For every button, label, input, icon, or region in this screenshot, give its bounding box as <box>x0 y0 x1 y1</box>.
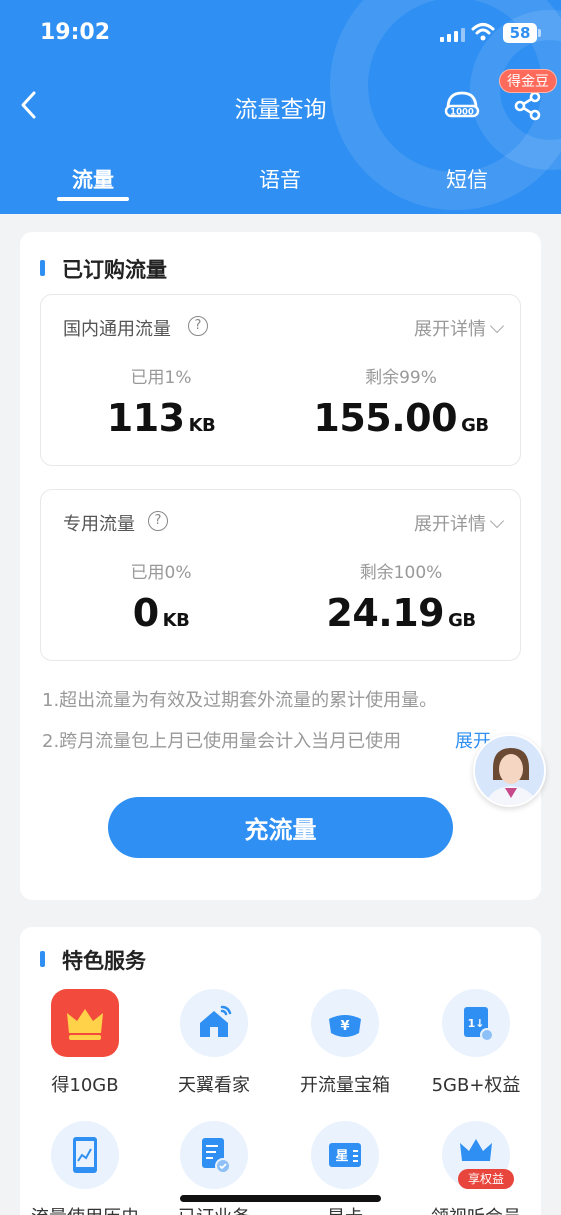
service-usage-history[interactable]: 流量使用历史 <box>21 1121 149 1215</box>
service-label: 流量使用历史 <box>21 1203 149 1215</box>
service-get-10gb[interactable]: 得10GB <box>21 989 149 1097</box>
remaining-stat: 剩余100% 24.19 GB <box>281 558 521 635</box>
home-wifi-icon <box>180 989 248 1057</box>
used-stat: 已用0% 0 KB <box>41 558 281 635</box>
remaining-label: 剩余99% <box>365 368 437 388</box>
remaining-value-row: 24.19 GB <box>281 591 521 635</box>
battery-indicator: 58 <box>503 23 541 43</box>
section-marker <box>40 951 45 967</box>
remaining-value: 155.00 <box>313 396 458 440</box>
section-marker <box>40 260 45 276</box>
expand-details-link[interactable]: 展开详情 <box>414 510 505 536</box>
customer-service-icon[interactable]: 1000 <box>443 88 481 122</box>
chevron-down-icon <box>489 318 505 334</box>
used-value: 0 <box>132 591 159 635</box>
note-carryover-text: 2.跨月流量包上月已使用量会计入当月已使用 <box>42 731 402 752</box>
used-label: 已用1% <box>130 368 192 388</box>
used-label: 已用0% <box>130 563 192 583</box>
remaining-unit: GB <box>461 415 489 436</box>
service-treasure-box[interactable]: ¥ 开流量宝箱 <box>281 989 409 1097</box>
dedicated-data-title: 专用流量 <box>63 514 135 535</box>
status-bar: 19:02 58 <box>0 0 561 70</box>
note-overage: 1.超出流量为有效及过期套外流量的累计使用量。 <box>42 690 438 711</box>
share-icon[interactable] <box>512 90 544 122</box>
remaining-unit: GB <box>448 610 476 631</box>
remaining-stat: 剩余99% 155.00 GB <box>281 363 521 440</box>
used-value: 113 <box>106 396 185 440</box>
svg-text:¥: ¥ <box>340 1019 349 1034</box>
dedicated-data-card: 专用流量 ? 展开详情 已用0% 0 KB 剩余100% 24.19 GB <box>40 489 521 661</box>
service-av-membership[interactable]: 享权益 领视听会员 <box>412 1121 540 1215</box>
expand-label: 展开详情 <box>414 319 486 340</box>
wifi-icon <box>471 23 495 41</box>
crown-icon <box>51 989 119 1057</box>
used-stat: 已用1% 113 KB <box>41 363 281 440</box>
treasure-box-icon: ¥ <box>311 989 379 1057</box>
sim-card-icon: 1↓ <box>442 989 510 1057</box>
benefit-badge: 享权益 <box>458 1169 514 1189</box>
tab-data[interactable]: 流量 <box>33 164 153 194</box>
chevron-down-icon <box>489 513 505 529</box>
usage-chart-icon <box>51 1121 119 1189</box>
remaining-value-row: 155.00 GB <box>281 396 521 440</box>
service-label: 已订业务 <box>150 1203 278 1215</box>
header: 19:02 58 流量查询 1000 得金豆 流量 语音 短信 <box>0 0 561 214</box>
remaining-label: 剩余100% <box>359 563 443 583</box>
section-title-subscribed: 已订购流量 <box>62 258 167 282</box>
vip-crown-icon: 享权益 <box>442 1121 514 1189</box>
section-title-services: 特色服务 <box>62 949 146 973</box>
signal-icon <box>440 26 465 42</box>
home-indicator <box>180 1195 381 1202</box>
tab-active-indicator <box>57 197 129 201</box>
used-value-row: 0 KB <box>41 591 281 635</box>
expand-label: 展开详情 <box>414 514 486 535</box>
service-label: 5GB+权益 <box>431 1075 521 1096</box>
service-label: 开流量宝箱 <box>300 1075 390 1096</box>
remaining-value: 24.19 <box>326 591 445 635</box>
svg-text:星: 星 <box>335 1149 348 1164</box>
svg-text:1000: 1000 <box>450 108 474 118</box>
used-value-row: 113 KB <box>41 396 281 440</box>
assistant-avatar[interactable] <box>473 734 546 807</box>
order-doc-icon <box>180 1121 248 1189</box>
used-unit: KB <box>162 610 190 631</box>
help-icon[interactable]: ? <box>188 316 208 336</box>
gold-bean-badge[interactable]: 得金豆 <box>499 69 557 93</box>
svg-text:1↓: 1↓ <box>468 1017 485 1030</box>
recharge-data-button[interactable]: 充流量 <box>108 797 453 858</box>
service-label: 得10GB <box>51 1075 119 1096</box>
service-label: 领视听会员 <box>412 1203 540 1215</box>
service-label: 星卡 <box>281 1203 409 1215</box>
domestic-data-title: 国内通用流量 <box>63 319 171 340</box>
service-5gb-benefits[interactable]: 1↓ 5GB+权益 <box>412 989 540 1097</box>
tab-voice[interactable]: 语音 <box>220 164 340 194</box>
service-home-watch[interactable]: 天翼看家 <box>150 989 278 1097</box>
note-carryover: 2.跨月流量包上月已使用量会计入当月已使用 <box>42 727 401 753</box>
service-label: 天翼看家 <box>178 1075 250 1096</box>
help-icon[interactable]: ? <box>148 511 168 531</box>
status-time: 19:02 <box>40 20 111 45</box>
expand-details-link[interactable]: 展开详情 <box>414 315 505 341</box>
star-card-icon: 星 <box>311 1121 379 1189</box>
used-unit: KB <box>188 415 216 436</box>
domestic-data-card: 国内通用流量 ? 展开详情 已用1% 113 KB 剩余99% 155.00 GB <box>40 294 521 466</box>
tab-sms[interactable]: 短信 <box>407 164 527 194</box>
